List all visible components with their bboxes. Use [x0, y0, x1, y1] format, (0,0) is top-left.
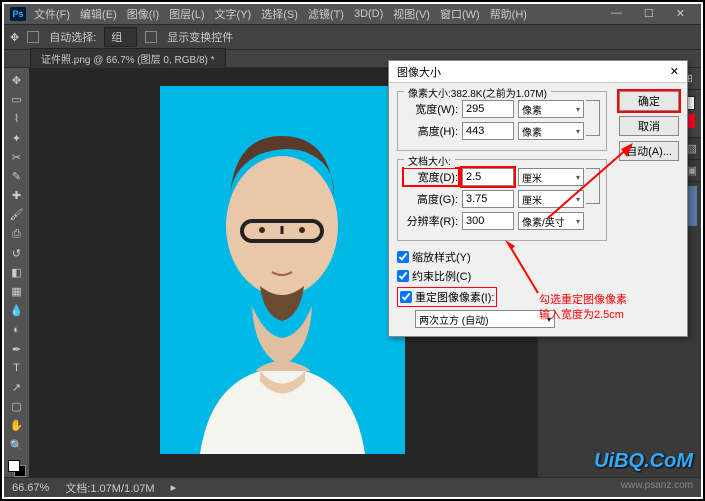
link-px-icon[interactable] [586, 100, 600, 136]
heal-tool[interactable]: ✚ [7, 187, 27, 204]
hand-tool[interactable]: ✋ [7, 417, 27, 434]
pen-tool[interactable]: ✒ [7, 341, 27, 358]
document-tab[interactable]: 证件照.png @ 66.7% (图层 0, RGB/8) * [30, 48, 226, 69]
minimize-icon[interactable]: — [611, 7, 622, 20]
watermark-url: www.psanz.com [621, 480, 693, 491]
move-tool[interactable]: ✥ [7, 72, 27, 89]
autoselect-checkbox[interactable] [27, 31, 39, 43]
dialog-close-icon[interactable]: ✕ [670, 65, 679, 78]
watermark: UiBQ.CoM [594, 450, 693, 473]
dodge-tool[interactable]: ◐ [7, 321, 27, 338]
height-doc-unit[interactable]: 厘米 [518, 190, 584, 208]
resample-label: 重定图像像素(I): [415, 289, 494, 305]
panel-icon-4[interactable]: ▧ [687, 142, 697, 155]
status-arrow-icon[interactable]: ▸ [171, 481, 177, 494]
constrain-label: 约束比例(C) [412, 268, 471, 284]
toolbox: ✥ ▭ ⌇ ✦ ✂ ✎ ✚ 🖌 ⎙ ↺ ◧ ▦ 💧 ◐ ✒ T ↗ ▢ ✋ 🔍 [4, 68, 30, 477]
ps-logo: Ps [10, 7, 26, 21]
options-bar: ✥ 自动选择: 组 显示变换控件 [4, 24, 701, 50]
resolution-unit[interactable]: 像素/英寸 [518, 212, 584, 230]
doc-legend: 文档大小: [404, 153, 455, 168]
resample-checkbox[interactable] [400, 291, 412, 303]
eyedrop-tool[interactable]: ✎ [7, 168, 27, 185]
resolution-label: 分辨率(R): [404, 213, 458, 229]
path-tool[interactable]: ↗ [7, 379, 27, 396]
stamp-tool[interactable]: ⎙ [7, 226, 27, 243]
width-px-input[interactable] [462, 100, 514, 118]
menu-filter[interactable]: 滤镜(T) [308, 6, 344, 22]
autoselect-dropdown[interactable]: 组 [104, 27, 137, 47]
wand-tool[interactable]: ✦ [7, 130, 27, 147]
constrain-checkbox[interactable] [397, 270, 409, 282]
eraser-tool[interactable]: ◧ [7, 264, 27, 281]
lasso-tool[interactable]: ⌇ [7, 110, 27, 127]
height-px-unit[interactable]: 像素 [518, 122, 584, 140]
history-tool[interactable]: ↺ [7, 245, 27, 262]
menu-edit[interactable]: 编辑(E) [80, 6, 117, 22]
height-px-label: 高度(H): [404, 123, 458, 139]
annotation-text: 勾选重定图像像素 输入宽度为2.5cm [539, 293, 627, 324]
resolution-input[interactable] [462, 212, 514, 230]
id-photo [160, 86, 405, 454]
link-doc-icon[interactable] [586, 168, 600, 204]
showtransform-checkbox[interactable] [145, 31, 157, 43]
color-swatch[interactable] [8, 460, 26, 477]
width-doc-input[interactable] [462, 168, 514, 186]
menu-help[interactable]: 帮助(H) [490, 6, 527, 22]
zoom-level[interactable]: 66.67% [12, 482, 49, 494]
brush-tool[interactable]: 🖌 [7, 206, 27, 223]
menu-view[interactable]: 视图(V) [393, 6, 430, 22]
width-doc-unit[interactable]: 厘米 [518, 168, 584, 186]
width-px-unit[interactable]: 像素 [518, 100, 584, 118]
cancel-button[interactable]: 取消 [619, 116, 679, 136]
height-px-input[interactable] [462, 122, 514, 140]
width-doc-label: 宽度(D): [404, 169, 458, 185]
menu-3d[interactable]: 3D(D) [354, 8, 383, 20]
menu-file[interactable]: 文件(F) [34, 6, 70, 22]
maximize-icon[interactable]: ☐ [644, 7, 654, 20]
menu-type[interactable]: 文字(Y) [215, 6, 252, 22]
crop-tool[interactable]: ✂ [7, 149, 27, 166]
zoom-tool[interactable]: 🔍 [7, 437, 27, 454]
scale-styles-checkbox[interactable] [397, 251, 409, 263]
auto-button[interactable]: 自动(A)... [619, 141, 679, 161]
interpolation-dropdown[interactable]: 两次立方 (自动) [415, 310, 555, 328]
image-size-dialog: 图像大小 ✕ 确定 取消 自动(A)... 像素大小:382.8K(之前为1.0… [388, 60, 688, 337]
gradient-tool[interactable]: ▦ [7, 283, 27, 300]
text-tool[interactable]: T [7, 360, 27, 377]
menu-select[interactable]: 选择(S) [261, 6, 298, 22]
pixel-legend: 像素大小:382.8K(之前为1.07M) [404, 85, 551, 100]
ok-button[interactable]: 确定 [619, 91, 679, 111]
marquee-tool[interactable]: ▭ [7, 91, 27, 108]
width-px-label: 宽度(W): [404, 101, 458, 117]
showtransform-label: 显示变换控件 [167, 29, 233, 45]
shape-tool[interactable]: ▢ [7, 398, 27, 415]
dialog-title: 图像大小 [397, 64, 441, 80]
status-bar: 66.67% 文档:1.07M/1.07M ▸ [4, 477, 701, 497]
height-doc-input[interactable] [462, 190, 514, 208]
close-icon[interactable]: ✕ [676, 7, 685, 20]
panel-icon-7[interactable]: ▣ [687, 164, 697, 177]
height-doc-label: 高度(G): [404, 191, 458, 207]
menu-window[interactable]: 窗口(W) [440, 6, 480, 22]
menu-layer[interactable]: 图层(L) [169, 6, 204, 22]
menu-bar: Ps 文件(F) 编辑(E) 图像(I) 图层(L) 文字(Y) 选择(S) 滤… [4, 4, 701, 24]
menu-image[interactable]: 图像(I) [127, 6, 159, 22]
scale-styles-label: 缩放样式(Y) [412, 249, 471, 265]
doc-size: 文档:1.07M/1.07M [65, 480, 154, 496]
blur-tool[interactable]: 💧 [7, 302, 27, 319]
autoselect-label: 自动选择: [49, 29, 96, 45]
move-tool-icon[interactable]: ✥ [10, 31, 19, 44]
